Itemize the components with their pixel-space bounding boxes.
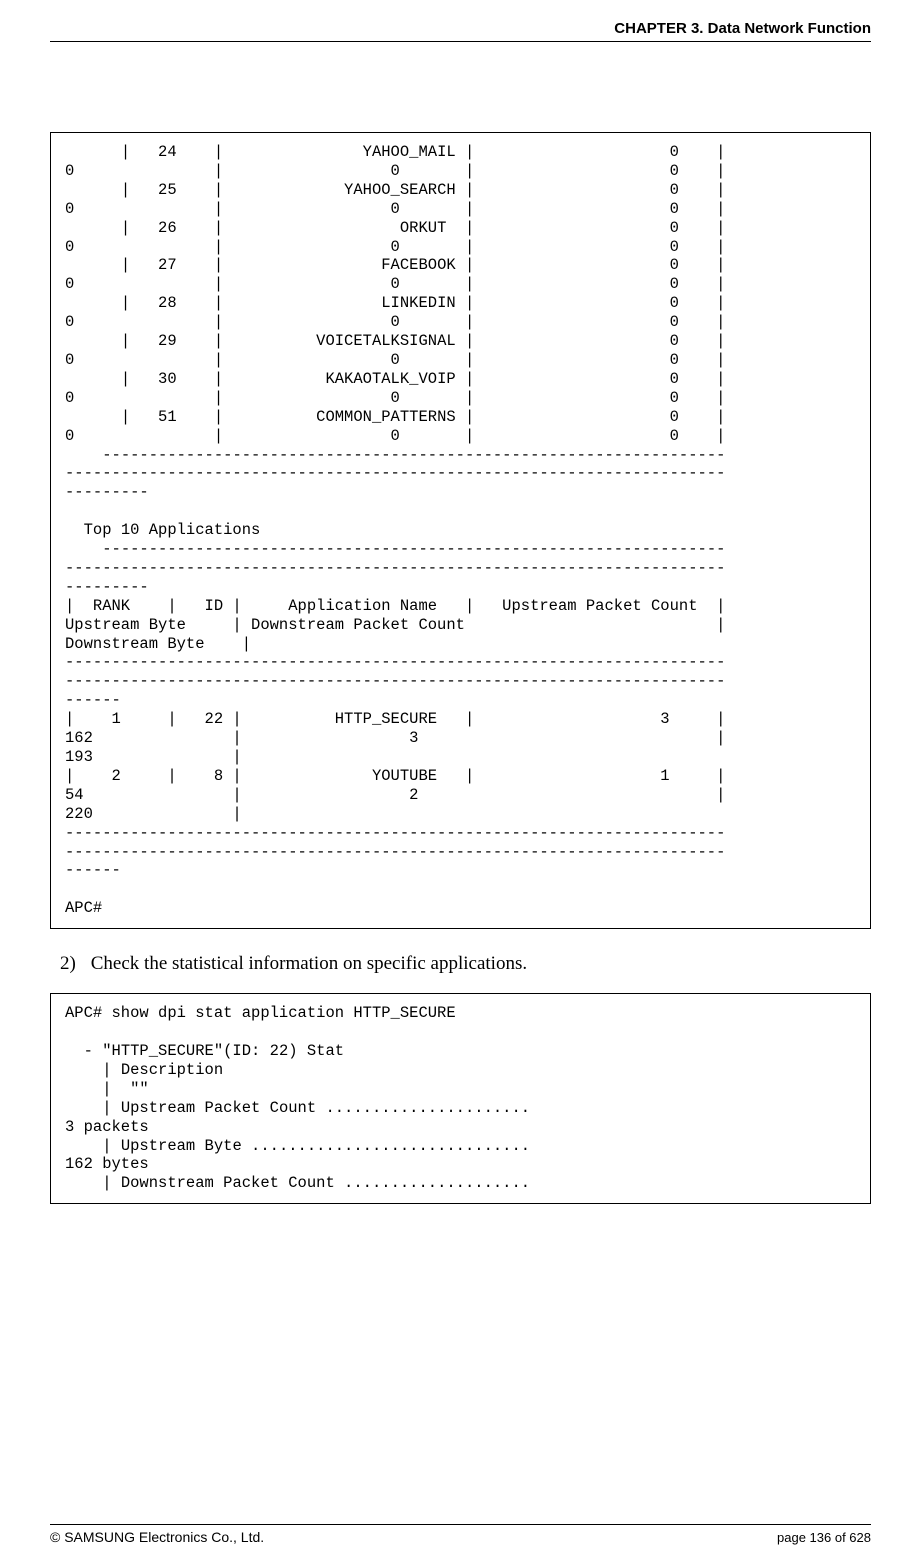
step-text: Check the statistical information on spe… <box>91 953 527 974</box>
chapter-header: CHAPTER 3. Data Network Function <box>50 20 871 37</box>
footer-page-number: page 136 of 628 <box>777 1530 871 1545</box>
content-area: | 24 | YAHOO_MAIL | 0 | 0 | 0 | 0 | | 25… <box>50 42 871 1516</box>
terminal-output-2: APC# show dpi stat application HTTP_SECU… <box>50 993 871 1204</box>
step-number: 2) <box>60 953 86 975</box>
footer-copyright: © SAMSUNG Electronics Co., Ltd. <box>50 1529 264 1545</box>
page-footer: © SAMSUNG Electronics Co., Ltd. page 136… <box>50 1524 871 1545</box>
step-2-description: 2) Check the statistical information on … <box>50 953 871 975</box>
terminal-output-1: | 24 | YAHOO_MAIL | 0 | 0 | 0 | 0 | | 25… <box>50 132 871 929</box>
page: CHAPTER 3. Data Network Function | 24 | … <box>0 0 921 1565</box>
